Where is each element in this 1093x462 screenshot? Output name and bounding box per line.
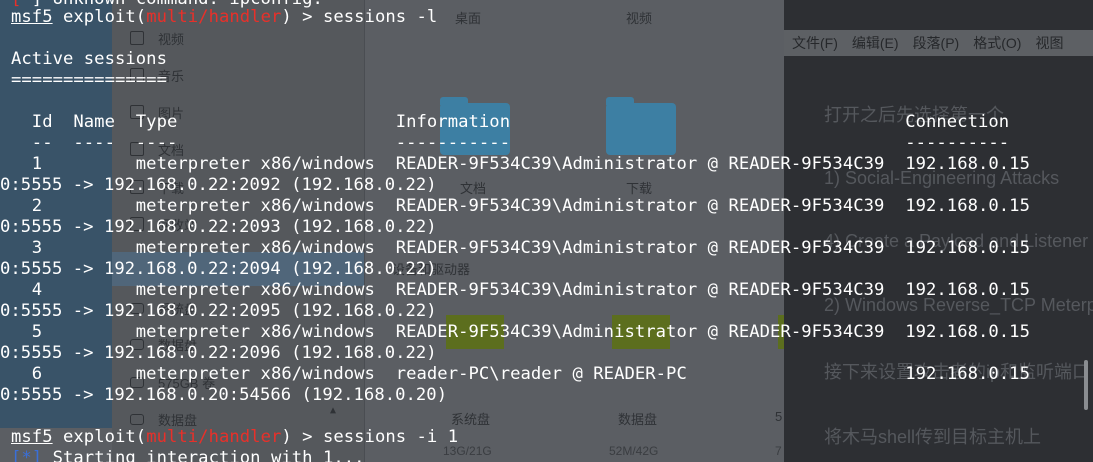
table-row: 6 meterpreter x86/windows reader-PC\read…: [11, 364, 1030, 384]
desktop-screen: 视频 音乐 图片 文档 下载 回收站 系统盘 数据盘 575GB 卷 数据盘 ▲…: [0, 0, 1093, 462]
table-row: 2 meterpreter x86/windows READER-9F534C3…: [11, 196, 1030, 216]
table-row: 1 meterpreter x86/windows READER-9F534C3…: [11, 154, 1030, 174]
sessions-heading: Active sessions: [11, 49, 167, 69]
terminal-output[interactable]: [-] Unknown command: ipconfig. msf5 expl…: [0, 0, 1093, 462]
table-row: 5 meterpreter x86/windows READER-9F534C3…: [11, 322, 1030, 342]
prompt-module: multi/handler: [146, 427, 282, 447]
table-row-connection: 0:5555 -> 192.168.0.22:2093 (192.168.0.2…: [0, 217, 437, 237]
terminal-command: > sessions -l: [291, 7, 438, 27]
terminal-prompt-line: msf5 exploit(multi/handler) > sessions -…: [11, 7, 438, 27]
table-row-connection: 0:5555 -> 192.168.0.22:2096 (192.168.0.2…: [0, 343, 437, 363]
sessions-heading-rule: ===============: [11, 70, 167, 90]
table-row-connection: 0:5555 -> 192.168.0.22:2095 (192.168.0.2…: [0, 301, 437, 321]
sessions-table-rule: -- ---- ---- ----------- ----------: [11, 133, 1010, 153]
prompt-name: msf5: [11, 7, 53, 27]
table-row: 3 meterpreter x86/windows READER-9F534C3…: [11, 238, 1030, 258]
terminal-prompt-line: msf5 exploit(multi/handler) > sessions -…: [11, 427, 459, 447]
table-row-connection: 0:5555 -> 192.168.0.20:54566 (192.168.0.…: [0, 385, 448, 405]
terminal-status-line: [*] Starting interaction with 1...: [11, 448, 365, 462]
terminal-command: > sessions -i 1: [291, 427, 459, 447]
prompt-name: msf5: [11, 427, 53, 447]
table-row: 4 meterpreter x86/windows READER-9F534C3…: [11, 280, 1030, 300]
prompt-module: multi/handler: [146, 7, 282, 27]
sessions-table-header: Id Name Type Information Connection: [11, 112, 1010, 132]
table-row-connection: 0:5555 -> 192.168.0.22:2094 (192.168.0.2…: [0, 259, 437, 279]
table-row-connection: 0:5555 -> 192.168.0.22:2092 (192.168.0.2…: [0, 175, 437, 195]
